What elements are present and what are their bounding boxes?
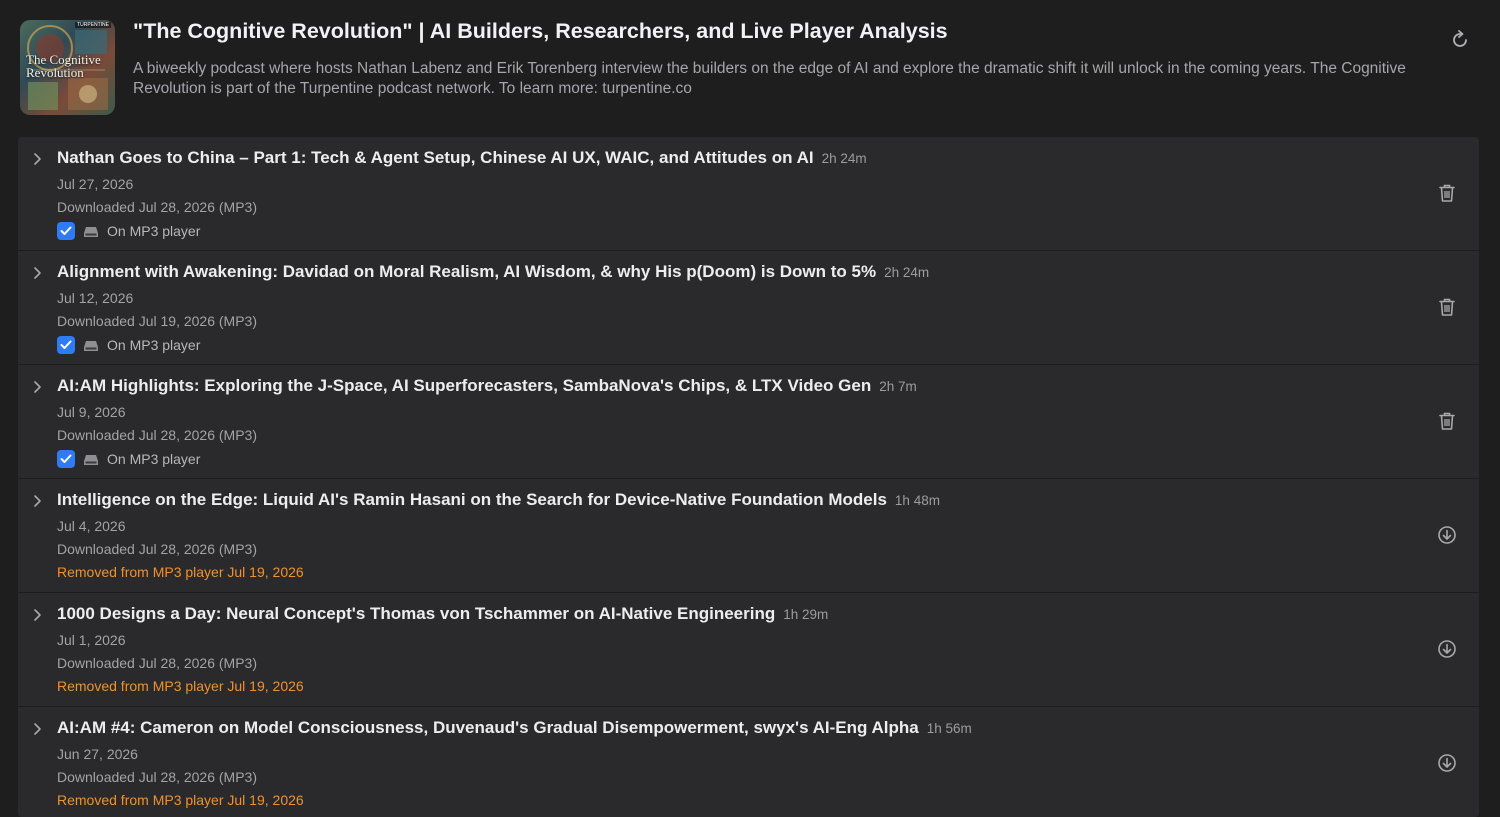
episode-duration: 2h 24m bbox=[821, 151, 867, 166]
episode-download-info: Downloaded Jul 28, 2026 (MP3) bbox=[57, 199, 258, 215]
status-text: On MP3 player bbox=[107, 223, 201, 239]
download-icon[interactable] bbox=[1436, 752, 1458, 774]
chevron-right-icon[interactable] bbox=[32, 493, 44, 509]
status-text: On MP3 player bbox=[107, 451, 201, 467]
episode-title-line: Alignment with Awakening: Davidad on Mor… bbox=[57, 262, 929, 282]
podcast-title: "The Cognitive Revolution" | AI Builders… bbox=[133, 19, 948, 43]
episode-title[interactable]: Nathan Goes to China – Part 1: Tech & Ag… bbox=[57, 148, 814, 167]
checkmark-icon bbox=[60, 226, 72, 235]
checkmark-icon bbox=[60, 454, 72, 463]
episode-download-info: Downloaded Jul 28, 2026 (MP3) bbox=[57, 655, 258, 671]
artwork-title: The Cognitive Revolution bbox=[26, 52, 101, 80]
chevron-right-icon[interactable] bbox=[32, 607, 44, 623]
chevron-right-icon[interactable] bbox=[32, 151, 44, 167]
episode-download-info: Downloaded Jul 28, 2026 (MP3) bbox=[57, 541, 258, 557]
on-player-checkbox[interactable] bbox=[57, 222, 75, 240]
episode-row[interactable]: Intelligence on the Edge: Liquid AI's Ra… bbox=[18, 479, 1479, 593]
episode-date: Jul 1, 2026 bbox=[57, 632, 126, 648]
episode-title-line: Nathan Goes to China – Part 1: Tech & Ag… bbox=[57, 148, 867, 168]
episode-date: Jul 27, 2026 bbox=[57, 176, 134, 192]
trash-icon[interactable] bbox=[1436, 296, 1458, 318]
podcast-artwork[interactable]: TURPENTINE The Cognitive Revolution bbox=[20, 20, 115, 115]
episode-row[interactable]: 1000 Designs a Day: Neural Concept's Tho… bbox=[18, 593, 1479, 707]
episode-title[interactable]: Alignment with Awakening: Davidad on Mor… bbox=[57, 262, 876, 281]
drive-icon bbox=[83, 339, 99, 351]
on-player-checkbox[interactable] bbox=[57, 450, 75, 468]
removed-status: Removed from MP3 player Jul 19, 2026 bbox=[57, 678, 304, 694]
episode-date: Jun 27, 2026 bbox=[57, 746, 138, 762]
episode-title-line: AI:AM Highlights: Exploring the J-Space,… bbox=[57, 376, 917, 396]
episode-row[interactable]: AI:AM #4: Cameron on Model Consciousness… bbox=[18, 707, 1479, 817]
podcast-header: TURPENTINE The Cognitive Revolution "The… bbox=[0, 0, 1500, 130]
trash-icon[interactable] bbox=[1436, 410, 1458, 432]
episode-row[interactable]: Alignment with Awakening: Davidad on Mor… bbox=[18, 251, 1479, 365]
removed-status: Removed from MP3 player Jul 19, 2026 bbox=[57, 564, 304, 580]
checkmark-icon bbox=[60, 340, 72, 349]
episode-duration: 1h 48m bbox=[894, 493, 940, 508]
episode-duration: 1h 56m bbox=[926, 721, 972, 736]
download-icon[interactable] bbox=[1436, 638, 1458, 660]
episode-duration: 1h 29m bbox=[783, 607, 829, 622]
episode-list: Nathan Goes to China – Part 1: Tech & Ag… bbox=[18, 137, 1479, 817]
episode-row[interactable]: Nathan Goes to China – Part 1: Tech & Ag… bbox=[18, 137, 1479, 251]
chevron-right-icon[interactable] bbox=[32, 379, 44, 395]
removed-status: Removed from MP3 player Jul 19, 2026 bbox=[57, 792, 304, 808]
download-icon[interactable] bbox=[1436, 524, 1458, 546]
episode-date: Jul 4, 2026 bbox=[57, 518, 126, 534]
episode-title-line: Intelligence on the Edge: Liquid AI's Ra… bbox=[57, 490, 940, 510]
episode-title[interactable]: AI:AM Highlights: Exploring the J-Space,… bbox=[57, 376, 871, 395]
mp3-player-status: On MP3 player bbox=[57, 335, 200, 355]
episode-download-info: Downloaded Jul 19, 2026 (MP3) bbox=[57, 313, 258, 329]
episode-duration: 2h 7m bbox=[879, 379, 917, 394]
episode-date: Jul 9, 2026 bbox=[57, 404, 126, 420]
episode-download-info: Downloaded Jul 28, 2026 (MP3) bbox=[57, 427, 258, 443]
artwork-network-tag: TURPENTINE bbox=[75, 22, 111, 28]
mp3-player-status: On MP3 player bbox=[57, 221, 200, 241]
episode-title-line: 1000 Designs a Day: Neural Concept's Tho… bbox=[57, 604, 828, 624]
podcast-description: A biweekly podcast where hosts Nathan La… bbox=[133, 60, 1406, 97]
drive-icon bbox=[83, 453, 99, 465]
chevron-right-icon[interactable] bbox=[32, 721, 44, 737]
episode-date: Jul 12, 2026 bbox=[57, 290, 134, 306]
drive-icon bbox=[83, 225, 99, 237]
episode-title[interactable]: Intelligence on the Edge: Liquid AI's Ra… bbox=[57, 490, 887, 509]
trash-icon[interactable] bbox=[1436, 182, 1458, 204]
mp3-player-status: On MP3 player bbox=[57, 449, 200, 469]
episode-download-info: Downloaded Jul 28, 2026 (MP3) bbox=[57, 769, 258, 785]
episode-row[interactable]: AI:AM Highlights: Exploring the J-Space,… bbox=[18, 365, 1479, 479]
episode-title-line: AI:AM #4: Cameron on Model Consciousness… bbox=[57, 718, 972, 738]
on-player-checkbox[interactable] bbox=[57, 336, 75, 354]
episode-title[interactable]: AI:AM #4: Cameron on Model Consciousness… bbox=[57, 718, 919, 737]
episode-title[interactable]: 1000 Designs a Day: Neural Concept's Tho… bbox=[57, 604, 775, 623]
chevron-right-icon[interactable] bbox=[32, 265, 44, 281]
refresh-icon[interactable] bbox=[1449, 29, 1471, 51]
status-text: On MP3 player bbox=[107, 337, 201, 353]
episode-duration: 2h 24m bbox=[884, 265, 930, 280]
